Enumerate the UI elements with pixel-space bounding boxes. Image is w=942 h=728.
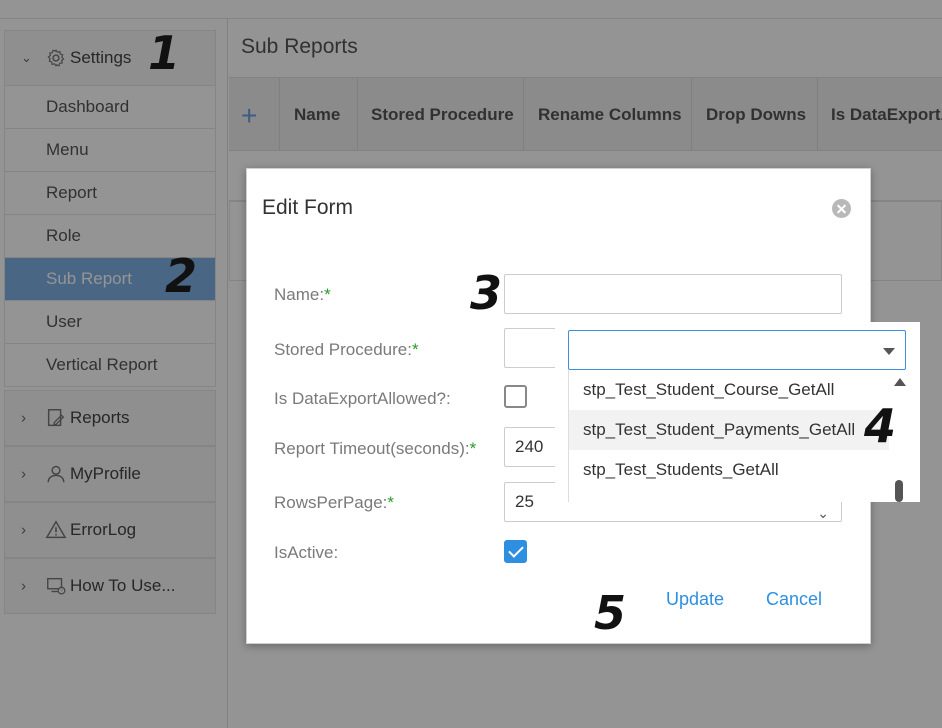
annotation-number: 5 (594, 586, 627, 640)
app-window: ⌄ Settings Dashboard Menu Report Role Su… (0, 0, 942, 728)
close-icon[interactable] (832, 199, 851, 218)
annotation-number: 3 (470, 266, 503, 320)
is-export-checkbox[interactable] (504, 385, 527, 408)
dropdown-option[interactable]: stp_Test_Students_GetAll (569, 450, 889, 490)
name-input[interactable] (504, 274, 842, 314)
is-export-label: Is DataExportAllowed?: (274, 389, 451, 408)
cancel-button[interactable]: Cancel (766, 589, 822, 610)
rows-per-page-label-text: RowsPerPage: (274, 493, 388, 512)
stored-procedure-label: Stored Procedure:* (274, 340, 419, 360)
timeout-label-text: Report Timeout(seconds): (274, 439, 470, 458)
annotation-number: 2 (165, 249, 198, 303)
update-button[interactable]: Update (666, 589, 724, 610)
annotation-number: 1 (148, 26, 181, 80)
scrollbar-thumb[interactable] (895, 480, 903, 502)
dialog-title: Edit Form (262, 196, 354, 219)
required-mark: * (324, 285, 331, 304)
required-mark: * (387, 493, 395, 512)
name-label-text: Name: (274, 285, 325, 304)
stored-procedure-label-text: Stored Procedure: (274, 340, 412, 359)
annotation-number: 4 (864, 399, 897, 453)
dropdown-option[interactable]: stp_Test_Student_Course_GetAll (569, 370, 889, 410)
is-active-label: IsActive: (274, 543, 339, 562)
scroll-up-icon[interactable] (894, 378, 906, 386)
dropdown-list: stp_Test_Student_Course_GetAll stp_Test_… (568, 370, 905, 502)
dropdown-option-partial[interactable] (569, 490, 889, 502)
rows-per-page-label: RowsPerPage:* (274, 493, 394, 513)
timeout-label: Report Timeout(seconds):* (274, 439, 476, 459)
dropdown-search-input[interactable] (568, 330, 906, 370)
required-mark: * (469, 439, 477, 458)
rows-per-page-value: 25 (515, 492, 534, 511)
caret-down-icon (883, 348, 895, 355)
required-mark: * (411, 340, 419, 359)
dropdown-option[interactable]: stp_Test_Student_Payments_GetAll (569, 410, 889, 450)
name-label: Name:* (274, 285, 331, 305)
is-active-checkbox[interactable] (504, 540, 527, 563)
